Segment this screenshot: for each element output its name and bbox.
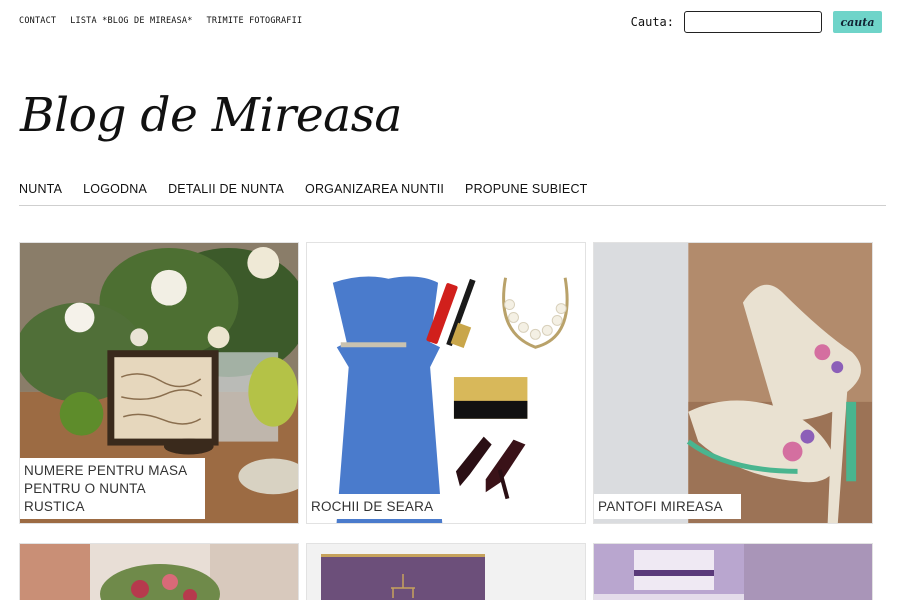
search-button[interactable]: cauta bbox=[833, 11, 882, 33]
post-card-pantofi-mireasa[interactable]: PANTOFI MIREASA bbox=[593, 242, 873, 524]
post-card-numere-masa[interactable]: NUMERE PENTRU MASA PENTRU O NUNTA RUSTIC… bbox=[19, 242, 299, 524]
post-caption[interactable]: NUMERE PENTRU MASA PENTRU O NUNTA RUSTIC… bbox=[20, 458, 206, 519]
post-caption[interactable]: PANTOFI MIREASA bbox=[594, 494, 741, 519]
post-image-evening-dress-collage bbox=[307, 243, 585, 523]
search-form: Cauta: cauta bbox=[631, 11, 882, 33]
post-card-purple-invitation[interactable] bbox=[306, 543, 586, 600]
top-bar: CONTACT LISTA *BLOG DE MIREASA* TRIMITE … bbox=[0, 0, 900, 44]
post-caption[interactable]: ROCHII DE SEARA bbox=[307, 494, 452, 519]
nav-divider bbox=[19, 205, 886, 206]
post-image-bouquet bbox=[20, 544, 298, 600]
nav-item-detalii-de-nunta[interactable]: DETALII DE NUNTA bbox=[168, 182, 284, 196]
toplink-lista-blog[interactable]: LISTA *BLOG DE MIREASA* bbox=[70, 16, 192, 26]
nav-item-nunta[interactable]: NUNTA bbox=[19, 182, 62, 196]
nav-item-propune-subiect[interactable]: PROPUNE SUBIECT bbox=[465, 182, 587, 196]
search-label: Cauta: bbox=[630, 15, 674, 29]
post-card-bridal-bouquet[interactable] bbox=[19, 543, 299, 600]
search-input[interactable] bbox=[684, 11, 822, 33]
post-card-lavender-table[interactable] bbox=[593, 543, 873, 600]
post-image-lavender-table bbox=[594, 544, 872, 600]
post-card-rochii-de-seara[interactable]: ROCHII DE SEARA bbox=[306, 242, 586, 524]
toplink-contact[interactable]: CONTACT bbox=[19, 16, 56, 26]
top-links: CONTACT LISTA *BLOG DE MIREASA* TRIMITE … bbox=[19, 16, 302, 26]
post-image-invitation bbox=[307, 544, 585, 600]
post-image-bridal-shoes bbox=[594, 243, 872, 523]
site-title[interactable]: Blog de Mireasa bbox=[20, 88, 402, 143]
nav-item-organizarea-nuntii[interactable]: ORGANIZAREA NUNTII bbox=[305, 182, 444, 196]
toplink-trimite-fotografii[interactable]: TRIMITE FOTOGRAFII bbox=[207, 16, 303, 26]
nav-item-logodna[interactable]: LOGODNA bbox=[83, 182, 147, 196]
main-nav: NUNTA LOGODNA DETALII DE NUNTA ORGANIZAR… bbox=[19, 182, 609, 196]
